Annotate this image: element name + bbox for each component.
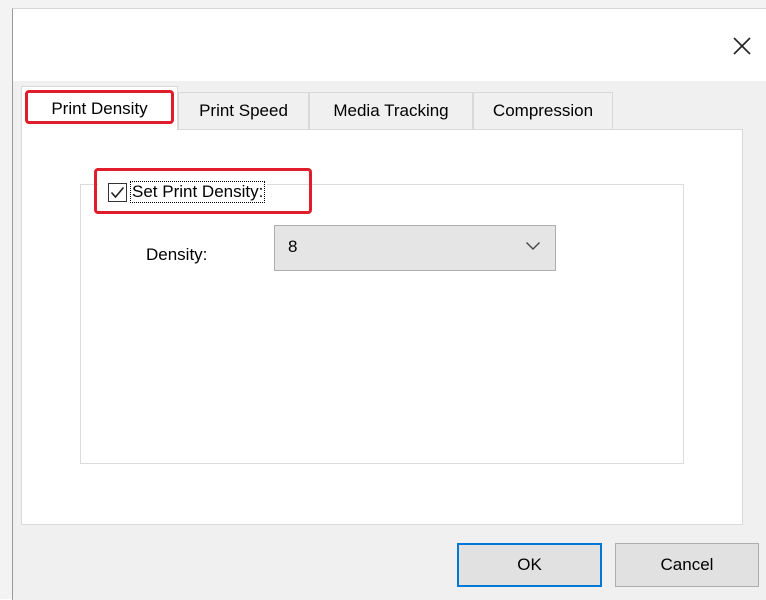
ok-label: OK xyxy=(517,555,542,574)
set-print-density-toggle[interactable]: Set Print Density: xyxy=(94,168,312,216)
chevron-down-icon xyxy=(526,242,540,250)
close-button[interactable] xyxy=(725,29,759,63)
tab-label: Print Speed xyxy=(199,101,288,120)
density-select[interactable]: 8 xyxy=(274,225,556,271)
background-strip xyxy=(0,0,12,599)
tab-print-density[interactable]: Print Density xyxy=(21,86,178,130)
tab-label: Compression xyxy=(492,101,594,120)
tab-media-tracking[interactable]: Media Tracking xyxy=(309,92,473,129)
highlight-box xyxy=(25,90,174,124)
density-label: Density: xyxy=(146,245,208,264)
ok-button[interactable]: OK xyxy=(457,543,602,587)
cancel-label: Cancel xyxy=(660,555,714,574)
tab-label: Media Tracking xyxy=(333,101,449,120)
highlight-box xyxy=(94,168,312,214)
cancel-button[interactable]: Cancel xyxy=(615,543,759,587)
density-value: 8 xyxy=(288,237,298,256)
tab-compression[interactable]: Compression xyxy=(473,92,613,129)
close-icon xyxy=(733,37,751,55)
title-bar xyxy=(13,9,766,81)
tab-print-speed[interactable]: Print Speed xyxy=(178,92,309,129)
background-top xyxy=(0,0,766,8)
